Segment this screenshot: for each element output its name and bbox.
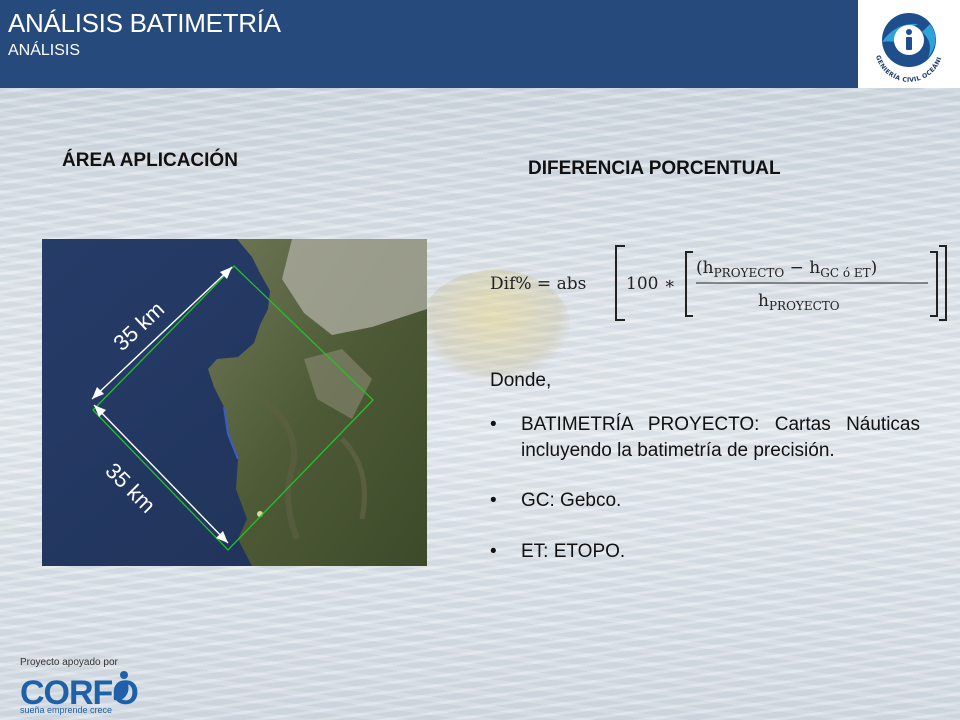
- slide-header: ANÁLISIS BATIMETRÍA ANÁLISIS: [0, 0, 858, 88]
- formula-graphic: Dif% = abs 100 ∗ (hPROYECTO − hGC ó ET) …: [490, 245, 947, 321]
- formula-heading: DIFERENCIA PORCENTUAL: [528, 158, 781, 179]
- logo-emblem-icon: INGENIERÍA CIVIL OCEÁNICA: [855, 0, 943, 84]
- corfo-figure-icon: [113, 671, 129, 701]
- satellite-map: 35 km 35 km: [42, 239, 427, 566]
- difference-formula: Dif% = abs 100 ∗ (hPROYECTO − hGC ó ET) …: [490, 240, 950, 326]
- list-item: BATIMETRÍA PROYECTO: Cartas Náuticas inc…: [490, 412, 920, 463]
- area-heading: ÁREA APLICACIÓN: [62, 150, 238, 171]
- corfo-tagline: sueña emprende crece: [20, 705, 113, 715]
- ingenieria-oceanica-logo: INGENIERÍA CIVIL OCEÁNICA: [855, 0, 960, 88]
- list-item: ET: ETOPO.: [490, 539, 920, 565]
- donde-label: Donde,: [490, 370, 552, 391]
- slide-subtitle: ANÁLISIS: [8, 42, 81, 59]
- list-item: GC: Gebco.: [490, 488, 920, 514]
- formula-factor: 100 ∗: [626, 274, 675, 294]
- support-caption: Proyecto apoyado por: [20, 657, 118, 668]
- formula-numerator: (hPROYECTO − hGC ó ET): [696, 258, 877, 280]
- formula-lhs: Dif% = abs: [490, 274, 586, 294]
- formula-denominator: hPROYECTO: [758, 291, 840, 313]
- definition-list: BATIMETRÍA PROYECTO: Cartas Náuticas inc…: [490, 412, 920, 590]
- slide-title: ANÁLISIS BATIMETRÍA: [8, 8, 281, 38]
- satellite-map-image: 35 km 35 km: [42, 239, 427, 566]
